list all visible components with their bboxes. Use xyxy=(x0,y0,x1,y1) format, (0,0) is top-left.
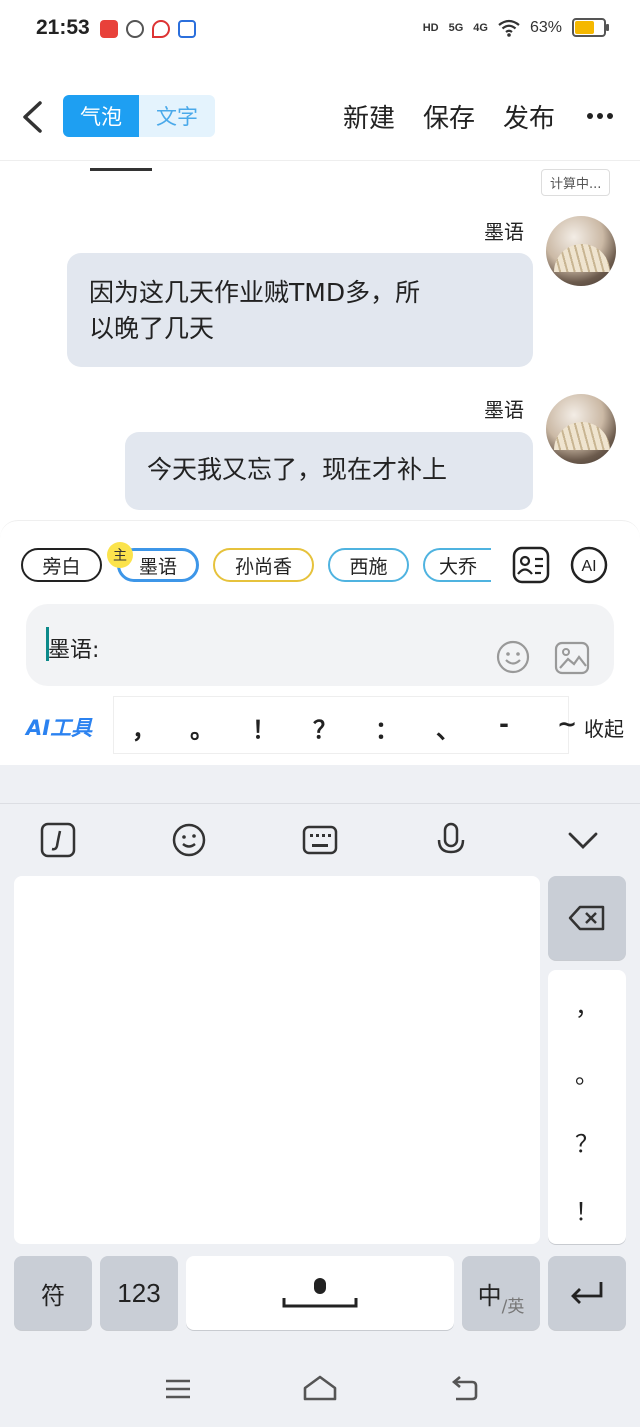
side-key-period[interactable]: 。 xyxy=(575,1055,599,1090)
character-chip-narrator[interactable]: 旁白 xyxy=(21,548,102,582)
hd-icon: HD xyxy=(422,21,439,34)
mode-segmented-control: 气泡 文字 xyxy=(63,95,215,137)
punctuation-key[interactable]: ： xyxy=(375,710,399,745)
language-main-label: 中 xyxy=(477,1281,502,1310)
status-bar: 21:53 HD 5G 4G 63% xyxy=(0,0,640,60)
space-mic-icon xyxy=(282,1278,358,1308)
signal-5g-icon: 5G xyxy=(448,21,464,34)
image-icon[interactable] xyxy=(554,640,590,676)
location-icon xyxy=(152,20,170,38)
message-bubble[interactable]: 今天我又忘了，现在才补上 xyxy=(125,432,533,510)
enter-icon xyxy=(571,1282,603,1304)
battery-percent: 63% xyxy=(529,18,562,36)
sender-name: 墨语 xyxy=(484,220,524,244)
new-button[interactable]: 新建 xyxy=(343,98,395,135)
character-chip-xishi[interactable]: 西施 xyxy=(328,548,409,582)
language-sub-label: /英 xyxy=(501,1296,525,1317)
main-character-badge: 主 xyxy=(107,542,133,568)
ai-icon[interactable]: AI xyxy=(570,546,608,584)
backspace-icon xyxy=(568,905,605,931)
message-bubble[interactable]: 因为这几天作业贼TMD多，所 以晚了几天 xyxy=(67,253,533,367)
microphone-icon[interactable] xyxy=(433,822,469,858)
space-key[interactable] xyxy=(186,1256,454,1330)
punctuation-key[interactable]: ！ xyxy=(252,710,276,745)
punctuation-key[interactable]: ， xyxy=(132,710,156,745)
clock: 21:53 xyxy=(36,16,90,39)
word-counter-badge: 计算中... xyxy=(541,169,611,196)
ai-tools-button[interactable]: AI工具 xyxy=(26,712,92,742)
active-tab-indicator xyxy=(90,168,152,171)
battery-fill xyxy=(575,21,594,34)
number-key[interactable]: 123 xyxy=(100,1256,178,1330)
handwriting-icon[interactable] xyxy=(40,822,76,858)
wifi-icon xyxy=(498,19,520,37)
side-key-question[interactable]: ？ xyxy=(575,1124,599,1159)
input-speaker-prefix: 墨语: xyxy=(48,638,100,663)
avatar[interactable] xyxy=(546,394,616,464)
wechat-icon xyxy=(126,20,144,38)
handwriting-area[interactable] xyxy=(14,876,540,1244)
svg-text:AI: AI xyxy=(581,558,596,575)
character-chip-daqiao[interactable]: 大乔 xyxy=(423,548,491,582)
punctuation-key[interactable]: 。 xyxy=(190,710,214,745)
save-button[interactable]: 保存 xyxy=(423,98,475,135)
keyboard-toolbar-divider xyxy=(0,803,640,804)
app-notification-icon xyxy=(100,20,118,38)
side-punctuation-column: ， 。 ？ ！ xyxy=(548,970,626,1244)
tab-bubble[interactable]: 气泡 xyxy=(63,95,139,137)
collapse-button[interactable]: 收起 xyxy=(584,713,624,742)
punctuation-key[interactable]: 、 xyxy=(436,710,460,745)
battery-icon xyxy=(572,18,609,37)
more-icon[interactable] xyxy=(586,112,614,120)
punctuation-key[interactable]: ？ xyxy=(313,710,337,745)
message-text-line: 今天我又忘了，现在才补上 xyxy=(147,455,448,484)
character-card-icon[interactable] xyxy=(512,546,550,584)
backspace-key[interactable] xyxy=(548,876,626,960)
chevron-down-icon[interactable] xyxy=(565,822,601,858)
character-chip-sunshangxiang[interactable]: 孙尚香 xyxy=(213,548,314,582)
message-text-line: 以晚了几天 xyxy=(89,314,215,343)
emoji-icon[interactable] xyxy=(496,640,530,674)
side-key-comma[interactable]: ， xyxy=(575,987,599,1022)
back-nav-icon[interactable] xyxy=(448,1374,478,1402)
back-chevron-icon[interactable] xyxy=(20,100,44,134)
language-switch-key[interactable]: 中/英 xyxy=(462,1256,540,1330)
header-divider xyxy=(0,160,640,161)
punctuation-key[interactable]: - xyxy=(499,710,509,738)
punctuation-key[interactable]: ~ xyxy=(557,710,577,738)
avatar[interactable] xyxy=(546,216,616,286)
notification-icons xyxy=(100,20,196,38)
status-indicators: HD 5G 4G 63% xyxy=(422,18,609,37)
enter-key[interactable] xyxy=(548,1256,626,1330)
sender-name: 墨语 xyxy=(484,398,524,422)
baidu-icon xyxy=(178,20,196,38)
tab-text[interactable]: 文字 xyxy=(139,95,215,137)
menu-icon[interactable] xyxy=(164,1378,192,1400)
keyboard-icon[interactable] xyxy=(302,822,338,858)
side-key-exclamation[interactable]: ！ xyxy=(575,1192,599,1227)
symbol-key[interactable]: 符 xyxy=(14,1256,92,1330)
home-icon[interactable] xyxy=(302,1374,338,1402)
signal-4g-icon: 4G xyxy=(473,21,488,34)
emoji-keyboard-icon[interactable] xyxy=(171,822,207,858)
publish-button[interactable]: 发布 xyxy=(503,98,555,135)
message-text-line: 因为这几天作业贼TMD多，所 xyxy=(89,278,421,307)
